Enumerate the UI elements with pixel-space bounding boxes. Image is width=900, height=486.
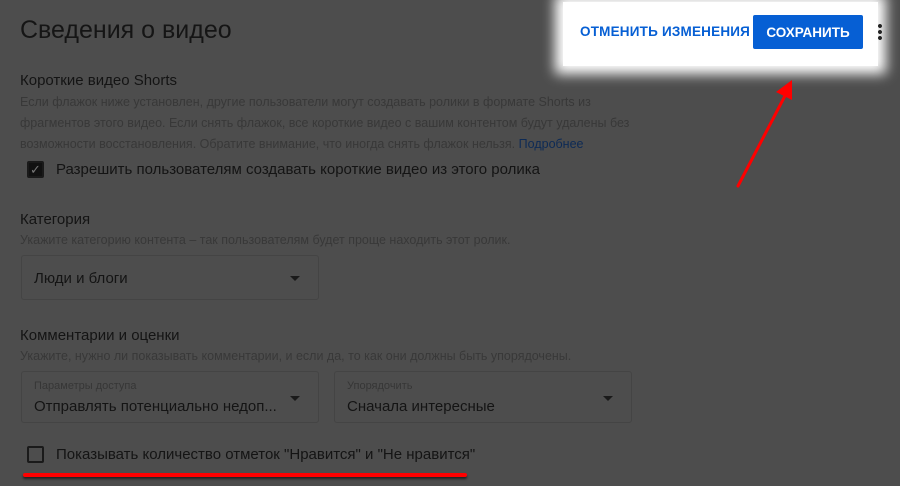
comments-description: Укажите, нужно ли показывать комментарии… [20,349,572,363]
category-description: Укажите категорию контента – так пользов… [20,233,511,247]
sort-label: Упорядочить [347,380,413,392]
save-button[interactable]: СОХРАНИТЬ [753,15,863,49]
sort-value: Сначала интересные [347,398,495,415]
shorts-checkbox-label: Разрешить пользователям создавать коротк… [56,161,540,178]
category-select[interactable]: Люди и блоги [21,255,319,300]
shorts-heading: Короткие видео Shorts [20,72,178,89]
cancel-changes-button[interactable]: ОТМЕНИТЬ ИЗМЕНЕНИЯ [580,24,750,39]
access-value: Отправлять потенциально недоп... [34,398,277,415]
learn-more-link[interactable]: Подробнее [519,137,584,151]
likes-checkbox[interactable] [27,446,44,463]
page-title: Сведения о видео [20,16,232,44]
likes-checkbox-label: Показывать количество отметок "Нравится"… [56,446,476,463]
red-underline-annotation [23,473,467,477]
more-options-icon[interactable]: • • • [877,19,883,46]
category-heading: Категория [20,211,91,228]
comment-access-select[interactable]: Параметры доступа Отправлять потенциальн… [21,371,319,423]
red-arrow-annotation [736,80,792,188]
comments-heading: Комментарии и оценки [20,327,180,344]
shorts-checkbox[interactable]: ✓ [27,161,44,178]
comment-sort-select[interactable]: Упорядочить Сначала интересные [334,371,632,423]
dropdown-caret-icon [290,276,300,281]
dropdown-caret-icon [290,396,300,401]
access-label: Параметры доступа [34,380,137,392]
category-value: Люди и блоги [34,270,128,287]
shorts-description: Если флажок ниже установлен, другие поль… [20,92,630,155]
dropdown-caret-icon [603,396,613,401]
